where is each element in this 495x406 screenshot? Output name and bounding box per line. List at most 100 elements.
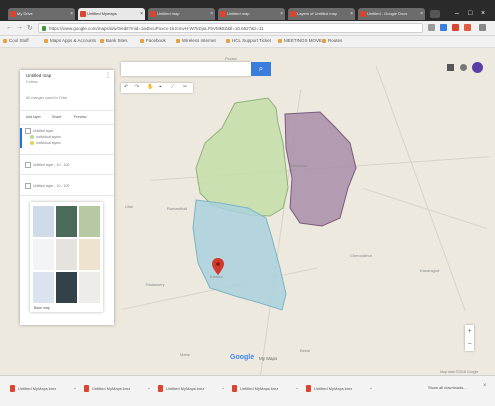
bookmark[interactable]: Bank Sites (100, 38, 128, 43)
close-tab-icon[interactable]: × (420, 8, 423, 20)
favicon-icon (220, 11, 226, 17)
checkbox[interactable] (25, 162, 31, 168)
download-item[interactable]: Untitled MyMaps.kmz ^ (232, 382, 298, 395)
base-map-thumbnail[interactable] (79, 239, 100, 270)
apps-grid-icon[interactable] (447, 64, 454, 71)
tab[interactable]: Layers of Untitled map × (288, 8, 355, 20)
favicon-icon (150, 11, 156, 17)
maximize-button[interactable]: □ (468, 10, 472, 18)
tab[interactable]: Untitled map × (148, 8, 215, 20)
menu-icon[interactable] (479, 24, 486, 31)
close-tab-icon[interactable]: × (140, 8, 143, 20)
map-views: 0 views (26, 80, 38, 84)
bookmark[interactable]: Cool Stuff (3, 38, 29, 43)
redo-icon[interactable]: ↷ (135, 84, 139, 90)
extension-icon[interactable] (452, 24, 459, 31)
close-tab-icon[interactable]: × (70, 8, 73, 20)
window-frame (0, 0, 495, 7)
bookmark[interactable]: HCL Support Ticket (226, 38, 271, 43)
tab-active[interactable]: Untitled Mymaps × (78, 8, 145, 20)
bookmark[interactable]: Routes (322, 38, 342, 43)
map-toolbar: ↶ ↷ ✋ ⌖ ⟋ ✂ (121, 83, 193, 93)
tab[interactable]: Untitled - Google Docs × (358, 8, 425, 20)
my-maps-label: My Maps (259, 356, 278, 361)
base-map-thumbnail[interactable] (33, 272, 54, 303)
back-icon[interactable]: ← (6, 24, 13, 31)
download-item[interactable]: Untitled MyMaps.kmz ^ (158, 382, 224, 395)
divider (20, 154, 114, 155)
url-input[interactable]: https://www.google.com/maps/d/u/0/edit?m… (38, 23, 423, 33)
tab[interactable]: My Drive × (8, 8, 75, 20)
show-all-downloads-link[interactable]: Show all downloads... (428, 385, 467, 390)
bookmark-icon (176, 38, 180, 43)
notifications-icon[interactable] (460, 64, 467, 71)
region-green-polygon[interactable] (195, 97, 289, 217)
download-item[interactable]: Untitled MyMaps.kmz ^ (306, 382, 372, 395)
close-tab-icon[interactable]: × (280, 8, 283, 20)
base-map-thumbnail[interactable] (33, 239, 54, 270)
base-map-thumbnail[interactable] (56, 239, 77, 270)
star-icon[interactable] (428, 24, 435, 31)
download-item[interactable]: Untitled MyMaps.kmz ^ (84, 382, 150, 395)
favicon-icon (80, 11, 86, 17)
reload-icon[interactable]: ↻ (27, 24, 33, 32)
style-item[interactable]: Individual styles (30, 141, 61, 146)
lock-icon (42, 26, 46, 31)
divider (20, 174, 114, 175)
layer-item[interactable]: Untitled layer - 10 - 100 (25, 183, 69, 189)
chevron-up-icon[interactable]: ^ (370, 382, 372, 395)
map-attribution[interactable]: Map data ©2018 Google (440, 370, 478, 374)
checkbox[interactable] (25, 128, 31, 134)
bookmark[interactable]: Facebook (140, 38, 166, 43)
base-map-thumbnail[interactable] (33, 206, 54, 237)
avatar[interactable] (472, 62, 483, 73)
zoom-in-button[interactable]: + (465, 325, 474, 338)
preview-button[interactable]: Preview (74, 115, 86, 119)
add-marker-icon[interactable]: ⌖ (159, 84, 162, 90)
minimize-button[interactable]: – (455, 10, 459, 18)
chevron-up-icon[interactable]: ^ (74, 382, 76, 395)
chevron-up-icon[interactable]: ^ (222, 382, 224, 395)
map-title[interactable]: Untitled map (26, 73, 51, 78)
chevron-up-icon[interactable]: ^ (148, 382, 150, 395)
new-tab-button[interactable] (430, 10, 440, 18)
layer-item[interactable]: Untitled layer - 10 - 100 (25, 162, 69, 168)
divider (20, 124, 114, 125)
tab[interactable]: Untitled map × (218, 8, 285, 20)
more-options-icon[interactable]: ⋮ (105, 72, 111, 79)
zoom-out-button[interactable]: − (465, 338, 474, 351)
close-tab-icon[interactable]: × (210, 8, 213, 20)
layer-item[interactable]: Untitled layer (25, 128, 53, 134)
checkbox[interactable] (25, 183, 31, 189)
base-map-thumbnail[interactable] (79, 206, 100, 237)
download-item[interactable]: Untitled MyMaps.kmz ^ (10, 382, 76, 395)
style-item[interactable]: Individual styles (30, 135, 61, 140)
hand-icon[interactable]: ✋ (147, 84, 153, 90)
base-map-thumbnail[interactable] (56, 272, 77, 303)
map-label: Puraia (225, 56, 237, 61)
map-label: Kasaragod (420, 268, 440, 273)
undo-icon[interactable]: ↶ (124, 84, 128, 90)
measure-icon[interactable]: ✂ (183, 84, 187, 90)
draw-line-icon[interactable]: ⟋ (171, 84, 175, 90)
search-input[interactable] (121, 62, 251, 76)
close-window-button[interactable]: × (481, 10, 485, 18)
base-map-thumbnail[interactable] (79, 272, 100, 303)
search-button[interactable]: ⌕ (251, 62, 271, 76)
add-layer-button[interactable]: Add layer (26, 115, 41, 119)
bookmark[interactable]: Maps Apps & Accounts (44, 38, 96, 43)
extension-icon[interactable] (440, 24, 447, 31)
close-download-bar-icon[interactable]: × (483, 383, 487, 389)
region-blue-polygon[interactable] (192, 199, 287, 311)
bookmark[interactable]: Wireless Internet (176, 38, 216, 43)
chevron-up-icon[interactable]: ^ (296, 382, 298, 395)
forward-icon[interactable]: → (16, 24, 23, 31)
file-icon (158, 385, 163, 392)
base-map-thumbnail[interactable] (56, 206, 77, 237)
extension-icon[interactable] (464, 24, 471, 31)
close-tab-icon[interactable]: × (350, 8, 353, 20)
bookmark[interactable]: MEETINGS MOVE (278, 38, 322, 43)
bookmark-icon (3, 38, 7, 43)
share-button[interactable]: Share (52, 115, 61, 119)
region-purple-polygon[interactable] (284, 111, 357, 227)
